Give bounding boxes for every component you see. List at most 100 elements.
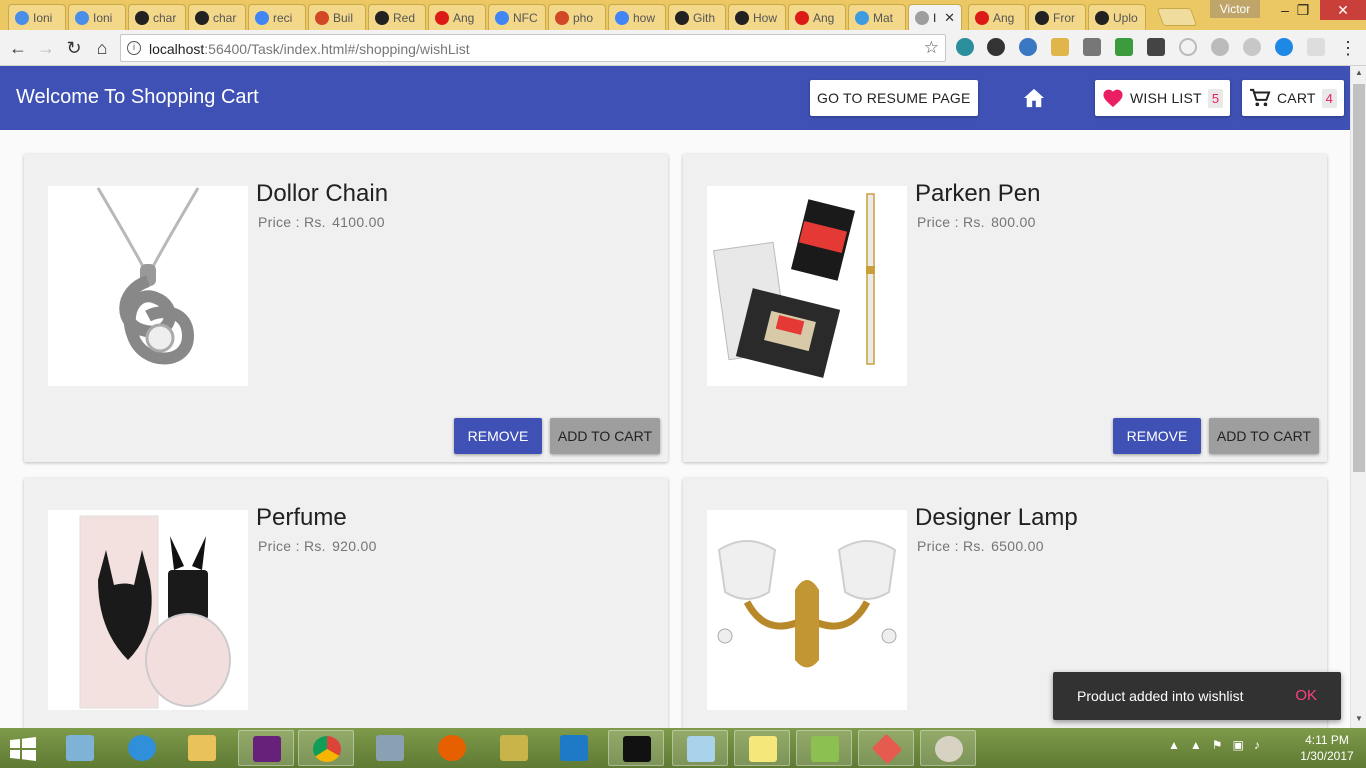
browser-tab[interactable]: NFC [488,4,546,30]
browser-tab[interactable]: reci [248,4,306,30]
taskbar-snipping-tool[interactable] [858,730,914,766]
product-price: Price : Rs. 6500.00 [915,538,1044,554]
browser-tab-label: Ang [453,10,475,25]
add-to-cart-button[interactable]: ADD TO CART [1209,418,1319,454]
angular-extension-icon[interactable] [1243,38,1261,56]
github-icon [735,10,749,25]
browser-tab[interactable]: Red [368,4,426,30]
windows-start-icon[interactable] [8,736,38,762]
network-icon [500,735,528,761]
browser-tab-label: Ang [993,10,1015,25]
scroll-up-icon[interactable]: ▲ [1351,66,1366,80]
browser-tab[interactable]: Ang [428,4,486,30]
product-name: Designer Lamp [915,504,1078,531]
new-tab-button[interactable] [1156,8,1198,26]
tray-monitor-icon[interactable]: ▣ [1233,738,1244,752]
close-tab-icon[interactable]: ✕ [944,10,955,26]
material-icon [855,10,869,25]
browser-tab[interactable]: Ang [968,4,1026,30]
taskbar-firefox[interactable] [424,730,480,766]
settings-extension-icon[interactable] [987,38,1005,56]
page-scrollbar[interactable]: ▲ ▼ [1350,66,1366,728]
browser-tab[interactable]: char [188,4,246,30]
extension-icon[interactable] [956,38,974,56]
scrollbar-thumb[interactable] [1353,84,1365,472]
tray-expand-icon[interactable]: ▲ [1168,738,1180,752]
browser-tab[interactable]: Ioni [8,4,66,30]
taskbar-notepad[interactable] [672,730,728,766]
remove-button[interactable]: REMOVE [454,418,542,454]
taskbar-calculator[interactable] [362,730,418,766]
person-extension-icon[interactable] [1307,38,1325,56]
close-window-icon[interactable]: ✕ [1320,0,1366,20]
scroll-down-icon[interactable]: ▼ [1351,712,1366,726]
cart-label: CART [1277,90,1316,106]
home-button-icon[interactable]: ⌂ [90,36,114,60]
bookmark-star-icon[interactable]: ☆ [924,38,939,58]
taskbar-visual-studio[interactable] [238,730,294,766]
browser-tab[interactable]: Fror [1028,4,1086,30]
cart-button[interactable]: CART 4 [1242,80,1345,116]
taskbar-command-prompt[interactable] [608,730,664,766]
browser-tab[interactable]: pho [548,4,606,30]
notepad-plus-icon [811,736,839,762]
taskbar-clock[interactable]: 4:11 PM 1/30/2017 [1292,732,1362,764]
ionic-icon [75,10,89,25]
taskbar-network-tool[interactable] [486,730,542,766]
taskbar-sticky-notes[interactable] [734,730,790,766]
cors-extension-icon[interactable] [1115,38,1133,56]
tray-volume-icon[interactable]: ♪ [1254,738,1260,752]
wishlist-button[interactable]: WISH LIST 5 [1095,80,1231,116]
taskbar-vscode[interactable] [546,730,602,766]
circle-extension-icon[interactable] [1179,38,1197,56]
browser-profile-name[interactable]: Victor [1210,0,1260,18]
tray-flag-icon[interactable]: ⚑ [1212,738,1223,752]
browser-tab[interactable]: Buil [308,4,366,30]
product-price: Price : Rs. 4100.00 [256,214,385,230]
forward-icon[interactable]: → [34,36,58,60]
product-card-chain: Dollor Chain Price : Rs. 4100.00 REMOVE … [24,154,668,462]
taskbar-chrome[interactable] [298,730,354,766]
site-info-icon[interactable]: i [127,41,141,55]
browser-tab[interactable]: Ang [788,4,846,30]
taskbar-internet-explorer[interactable] [114,730,170,766]
add-to-cart-button[interactable]: ADD TO CART [550,418,660,454]
back-icon[interactable]: ← [6,36,30,60]
browser-tab[interactable]: how [608,4,666,30]
windows-taskbar: ▲ ▲ ⚑ ▣ ♪ 4:11 PM 1/30/2017 [0,728,1366,768]
url-text: localhost:56400/Task/index.html#/shoppin… [149,41,470,57]
menu-kebab-icon[interactable]: ⋮ [1336,36,1360,60]
browser-toolbar: ← → ↻ ⌂ i localhost:56400/Task/index.htm… [0,30,1366,66]
browser-tab[interactable]: Mat [848,4,906,30]
taskbar-explorer-window[interactable] [52,730,108,766]
reload-icon[interactable]: ↻ [62,36,86,60]
browser-tab[interactable]: How [728,4,786,30]
maximize-icon[interactable]: ❐ [1286,0,1320,20]
badge-extension-icon[interactable] [1083,38,1101,56]
browser-tab[interactable]: Uplo [1088,4,1146,30]
taskbar-paint[interactable] [920,730,976,766]
browser-tab[interactable]: I ✕ [908,4,962,30]
price-value: 4100.00 [332,214,385,230]
blue-extension-icon[interactable] [1275,38,1293,56]
css-extension-icon[interactable] [1051,38,1069,56]
browser-tab-label: char [153,10,177,25]
gray-extension-icon[interactable] [1211,38,1229,56]
app-header: Welcome To Shopping Cart GO TO RESUME PA… [0,66,1350,130]
film-extension-icon[interactable] [1147,38,1165,56]
taskbar-notepad-plus[interactable] [796,730,852,766]
snackbar-ok-button[interactable]: OK [1295,687,1317,704]
remove-button[interactable]: REMOVE [1113,418,1201,454]
browser-tab-label: char [213,10,237,25]
browser-tab[interactable]: Ioni [68,4,126,30]
taskbar-file-explorer[interactable] [174,730,230,766]
browser-tab-label: reci [273,10,293,25]
address-bar[interactable]: i localhost:56400/Task/index.html#/shopp… [120,34,946,62]
resume-page-button[interactable]: GO TO RESUME PAGE [810,80,978,116]
browser-tab[interactable]: char [128,4,186,30]
browser-tab[interactable]: Gith [668,4,726,30]
tray-network-icon[interactable]: ▲ [1190,738,1202,752]
price-label: Price : Rs. [258,538,326,554]
globe-extension-icon[interactable] [1019,38,1037,56]
home-icon[interactable] [1023,88,1045,108]
